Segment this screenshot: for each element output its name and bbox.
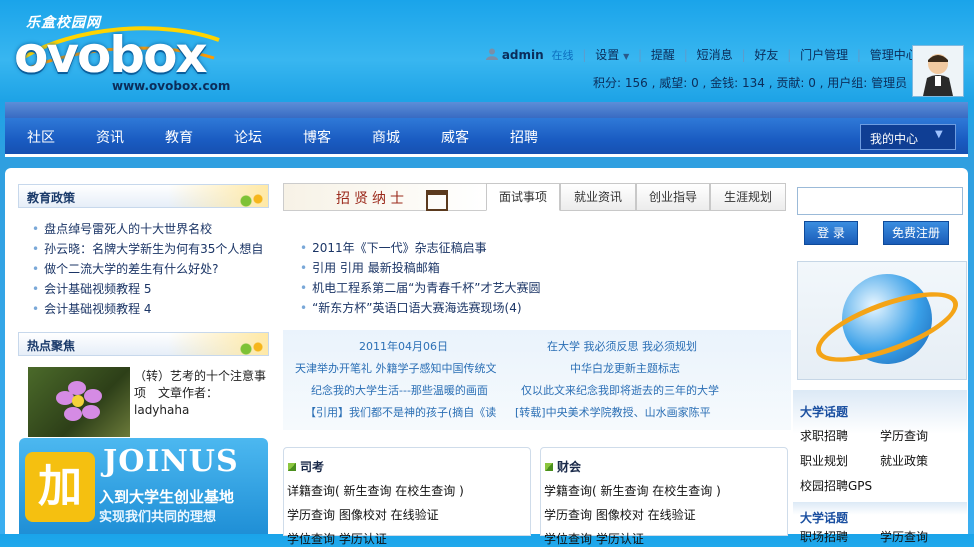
join-line1: 入到大学生创业基地: [99, 488, 235, 506]
hot-focus-article-link[interactable]: （转）艺考的十个注意事项 文章作者：ladyhaha: [134, 368, 269, 419]
date-news-link[interactable]: 天津举办开笔礼 外籍学子感知中国传统文: [295, 360, 497, 376]
my-center-label: 我的中心: [870, 132, 919, 146]
nav-forum[interactable]: 论坛: [234, 127, 262, 147]
date-news-link[interactable]: 中华白龙更新主题标志: [570, 360, 680, 376]
hot-focus-image[interactable]: [28, 367, 130, 437]
main-nav: 社区 资讯 教育 论坛 博客 商城 威客 招聘: [5, 118, 968, 157]
edu-policy-header: 教育政策: [18, 184, 269, 208]
date-news-link[interactable]: 仅以此文来纪念我即将逝去的三年的大学: [521, 382, 719, 398]
topic-link[interactable]: 校园招聘GPS: [800, 477, 872, 494]
caikuai-row[interactable]: 学位查询 学历认证: [544, 530, 644, 547]
nav-witkey[interactable]: 威客: [441, 127, 469, 147]
date-news-link[interactable]: 纪念我的大学生活---那些温暖的画面: [311, 382, 488, 398]
sikao-row[interactable]: 学位查询 学历认证: [287, 530, 387, 547]
topic-link[interactable]: 就业政策: [880, 452, 928, 469]
user-bar: admin 在线 | 设置 ▼ | 提醒 | 短消息 | 好友 | 门户管理 |…: [486, 46, 964, 66]
list-item[interactable]: 2011年《下一代》杂志征稿启事: [300, 238, 541, 258]
register-button[interactable]: 免费注册: [883, 221, 949, 245]
join-char: 加: [25, 452, 95, 522]
nav-jobs[interactable]: 招聘: [510, 127, 538, 147]
topic2-title: 大学话题: [800, 511, 849, 525]
nav-mall[interactable]: 商城: [372, 127, 400, 147]
hot-focus-title: 热点聚焦: [27, 339, 76, 353]
list-item[interactable]: “新东方杯”英语口语大赛海选赛现场(4): [300, 298, 541, 318]
menu-settings[interactable]: 设置: [595, 48, 619, 62]
topic-link[interactable]: 求职招聘: [800, 427, 848, 444]
sikao-row[interactable]: 详籍查询( 新生查询 在校生查询 ): [287, 482, 464, 499]
chevron-down-icon: ▼: [623, 52, 630, 61]
sikao-title: 司考: [288, 458, 324, 475]
join-line2: 实现我们共同的理想: [99, 510, 217, 525]
list-item[interactable]: 盘点绰号雷死人的十大世界名校: [32, 219, 263, 239]
caikuai-row[interactable]: 学籍查询( 新生查询 在校生查询 ): [544, 482, 721, 499]
avatar[interactable]: [912, 45, 964, 97]
date-news-link[interactable]: [转载]中央美术学院教授、山水画家陈平: [515, 404, 711, 420]
header-decoration-icon: [168, 333, 268, 355]
tab-news-list: 2011年《下一代》杂志征稿启事 引用 引用 最新投稿邮箱 机电工程系第二届“为…: [300, 238, 541, 318]
my-center-dropdown[interactable]: 我的中心 ▼: [860, 124, 956, 150]
caikuai-box: 财会 学籍查询( 新生查询 在校生查询 ) 学历查询 图像校对 在线验证 学位查…: [540, 447, 788, 546]
list-item[interactable]: 孙云晓：名牌大学新生为何有35个人想自: [32, 239, 263, 259]
login-input[interactable]: [797, 187, 963, 215]
join-word: JOINUS: [103, 444, 239, 479]
nav-community[interactable]: 社区: [27, 127, 55, 147]
sikao-row[interactable]: 学历查询 图像校对 在线验证: [287, 506, 439, 523]
caikuai-row[interactable]: 学历查询 图像校对 在线验证: [544, 506, 696, 523]
list-item[interactable]: 引用 引用 最新投稿邮箱: [300, 258, 541, 278]
nav-education[interactable]: 教育: [165, 127, 193, 147]
caikuai-title: 财会: [545, 458, 581, 475]
recruit-banner[interactable]: 招贤纳士: [283, 183, 487, 211]
menu-messages[interactable]: 短消息: [697, 48, 733, 62]
topic-link[interactable]: 学历查询: [880, 528, 928, 545]
chevron-down-icon: ▼: [935, 129, 943, 140]
menu-portal-admin[interactable]: 门户管理: [800, 48, 848, 62]
topic-link[interactable]: 职场招聘: [800, 528, 848, 545]
list-item[interactable]: 做个二流大学的差生有什么好处?: [32, 259, 263, 279]
globe-banner[interactable]: [797, 261, 967, 380]
join-us-banner[interactable]: 加 JOINUS 入到大学生创业基地 实现我们共同的理想: [19, 438, 268, 534]
header-decoration-icon: [168, 185, 268, 207]
edu-policy-title: 教育政策: [27, 191, 76, 205]
sikao-box: 司考 详籍查询( 新生查询 在校生查询 ) 学历查询 图像校对 在线验证 学位查…: [283, 447, 531, 546]
online-status: 在线: [551, 49, 574, 62]
tab-interview[interactable]: 面试事项: [486, 183, 560, 211]
user-stats: 积分: 156 , 威望: 0 , 金钱: 134 , 贡献: 0 , 用户组:…: [593, 76, 908, 90]
avatar-figure-icon: [913, 46, 963, 96]
chair-icon: [426, 190, 448, 211]
topic-link[interactable]: 职业规划: [800, 452, 848, 469]
date-news-link[interactable]: 【引用】我们都不是神的孩子(摘自《读: [305, 404, 496, 420]
edu-policy-list: 盘点绰号雷死人的十大世界名校 孙云晓：名牌大学新生为何有35个人想自 做个二流大…: [32, 219, 263, 319]
tab-employment[interactable]: 就业资讯: [560, 183, 636, 211]
tab-career[interactable]: 生涯规划: [710, 183, 786, 211]
user-icon: [486, 48, 498, 60]
topic1-title: 大学话题: [800, 405, 849, 419]
menu-friends[interactable]: 好友: [754, 48, 778, 62]
logo-url: www.ovobox.com: [112, 79, 231, 93]
topic-link[interactable]: 学历查询: [880, 427, 928, 444]
list-item[interactable]: 会计基础视频教程 5: [32, 279, 263, 299]
news-date: 2011年04月06日: [359, 340, 448, 353]
nav-news[interactable]: 资讯: [96, 127, 124, 147]
list-item[interactable]: 会计基础视频教程 4: [32, 299, 263, 319]
menu-admin-center[interactable]: 管理中心: [870, 48, 918, 62]
nav-blog[interactable]: 博客: [303, 127, 331, 147]
site-logo[interactable]: 乐盒校园网 ovobox www.ovobox.com: [14, 12, 234, 102]
list-item[interactable]: 机电工程系第二届“为青春千杯”才艺大赛圆: [300, 278, 540, 298]
username-link[interactable]: admin: [502, 48, 544, 62]
menu-reminders[interactable]: 提醒: [651, 48, 675, 62]
tab-startup[interactable]: 创业指导: [636, 183, 710, 211]
recruit-banner-text: 招贤纳士: [336, 191, 408, 207]
logo-wordmark: ovobox: [14, 26, 208, 84]
date-news-link[interactable]: 在大学 我必须反思 我必须规划: [547, 338, 697, 354]
login-button[interactable]: 登 录: [804, 221, 858, 245]
hot-focus-header: 热点聚焦: [18, 332, 269, 356]
date-news-box: 2011年04月06日 在大学 我必须反思 我必须规划 天津举办开笔礼 外籍学子…: [283, 330, 791, 430]
